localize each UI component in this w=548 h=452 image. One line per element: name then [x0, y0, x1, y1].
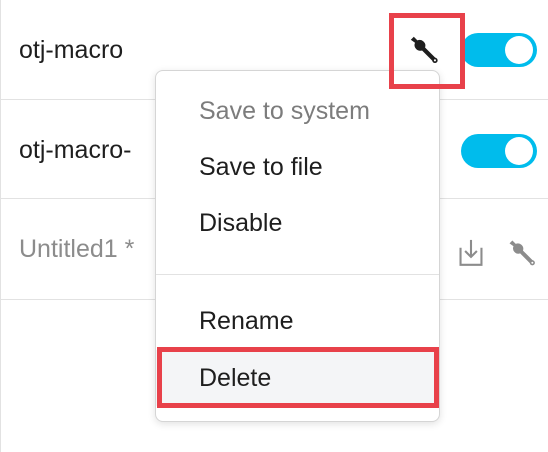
- macro-enable-toggle[interactable]: [461, 134, 537, 168]
- wrench-highlight-box: [389, 13, 465, 89]
- macro-name[interactable]: otj-macro: [19, 35, 123, 65]
- toggle-knob: [505, 137, 533, 165]
- menu-item-disable[interactable]: Disable: [156, 195, 439, 251]
- menu-item-save-to-system: Save to system: [199, 97, 370, 125]
- macro-enable-toggle[interactable]: [461, 33, 537, 67]
- toggle-knob: [505, 36, 533, 64]
- menu-item-save-to-file[interactable]: Save to file: [156, 139, 439, 195]
- macro-name[interactable]: Untitled1 *: [19, 234, 134, 264]
- macro-name[interactable]: otj-macro-: [19, 135, 132, 165]
- delete-highlight-box: [157, 347, 439, 408]
- wrench-icon[interactable]: [505, 236, 539, 270]
- menu-item-rename[interactable]: Rename: [156, 293, 439, 349]
- download-icon[interactable]: [455, 236, 487, 270]
- menu-divider: [156, 274, 439, 275]
